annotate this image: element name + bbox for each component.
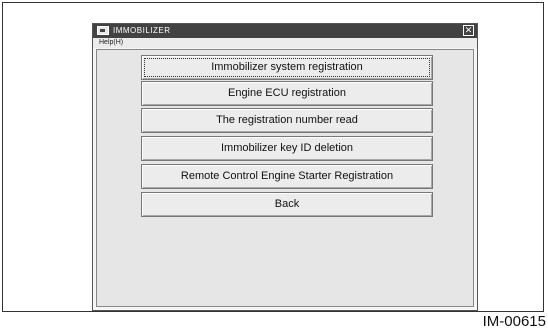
menu-help[interactable]: Help(H) xyxy=(99,38,123,48)
engine-ecu-registration-button[interactable]: Engine ECU registration xyxy=(141,81,433,106)
window-title: IMMOBILIZER xyxy=(113,26,171,35)
figure-id-label: IM-00615 xyxy=(482,313,546,330)
immobilizer-system-registration-button[interactable]: Immobilizer system registration xyxy=(141,55,433,80)
back-button[interactable]: Back xyxy=(141,192,433,217)
button-panel: Immobilizer system registration Engine E… xyxy=(96,49,474,307)
immobilizer-window: IMMOBILIZER ✕ Help(H) Immobilizer system… xyxy=(92,23,478,311)
close-button[interactable]: ✕ xyxy=(463,25,474,36)
app-icon xyxy=(97,26,109,35)
figure-frame: IMMOBILIZER ✕ Help(H) Immobilizer system… xyxy=(2,2,544,312)
title-bar: IMMOBILIZER ✕ xyxy=(93,24,477,38)
key-id-deletion-button[interactable]: Immobilizer key ID deletion xyxy=(141,136,433,161)
remote-starter-registration-button[interactable]: Remote Control Engine Starter Registrati… xyxy=(141,164,433,189)
registration-number-read-button[interactable]: The registration number read xyxy=(141,108,433,133)
menu-bar: Help(H) xyxy=(93,38,477,48)
